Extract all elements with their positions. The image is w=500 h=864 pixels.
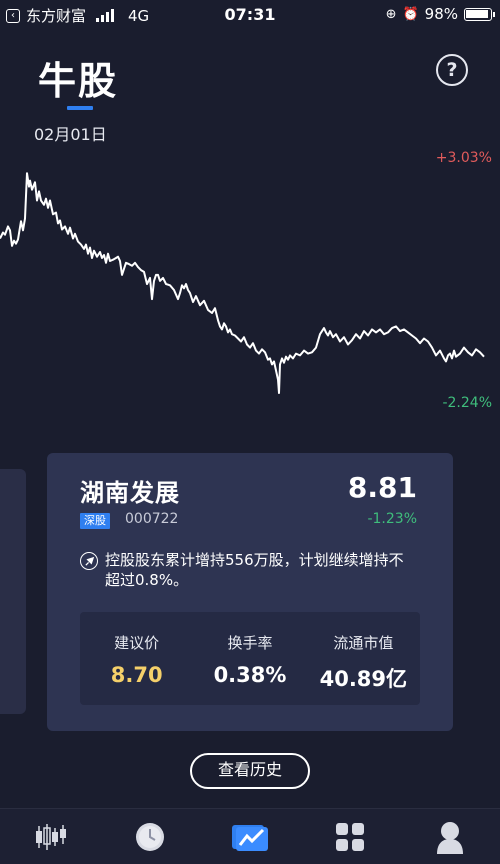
stock-price: 8.81 <box>347 471 417 504</box>
metric-turnover: 换手率 0.38% <box>193 612 306 705</box>
clock-icon <box>136 822 164 851</box>
bottom-nav <box>0 808 500 864</box>
price-chart <box>0 172 485 394</box>
metrics-panel: 建议价 8.70 换手率 0.38% 流通市值 40.89亿 <box>80 612 420 705</box>
view-history-button[interactable]: 查看历史 <box>190 753 310 789</box>
battery-icon <box>464 7 495 21</box>
title-underline <box>67 106 93 110</box>
stock-card[interactable]: 湖南发展 8.81 深股 000722 -1.23% 控股股东累计增持556万股… <box>47 453 453 731</box>
grid-icon <box>336 822 364 851</box>
question-mark-icon[interactable]: ? <box>436 54 468 86</box>
user-icon <box>437 821 463 854</box>
status-right: ⊕ ⏰ 98% <box>385 5 495 23</box>
nav-apps[interactable] <box>320 809 380 864</box>
rocket-icon <box>80 552 98 570</box>
status-bar: ‹ 东方财富 4G 07:31 ⊕ ⏰ 98% <box>0 0 500 28</box>
candlestick-icon <box>36 823 66 850</box>
nav-clock[interactable] <box>120 809 180 864</box>
trend-chart-icon <box>232 824 268 851</box>
metric-suggested-price: 建议价 8.70 <box>80 612 193 705</box>
metric-market-cap: 流通市值 40.89亿 <box>307 612 420 705</box>
stock-change: -1.23% <box>367 511 417 527</box>
battery-label: 98% <box>424 5 458 23</box>
price-line <box>0 172 485 394</box>
nav-trend[interactable] <box>220 809 280 864</box>
metric-value: 8.70 <box>110 663 163 687</box>
news-text: 控股股东累计增持556万股，计划继续增持不超过0.8%。 <box>105 551 404 589</box>
metric-value: 40.89亿 <box>319 667 408 691</box>
previous-card[interactable] <box>0 469 26 714</box>
rotation-lock-icon: ⊕ <box>385 6 397 22</box>
stock-name: 湖南发展 <box>80 479 180 507</box>
nav-market[interactable] <box>20 809 80 864</box>
chart-min-label: -2.24% <box>442 395 492 411</box>
metric-value: 0.38% <box>213 663 287 687</box>
metric-label: 换手率 <box>227 634 273 652</box>
alarm-icon: ⏰ <box>402 6 419 22</box>
metric-label: 建议价 <box>114 634 160 652</box>
stock-code: 000722 <box>125 511 179 527</box>
market-badge: 深股 <box>80 513 110 529</box>
nav-profile[interactable] <box>420 809 480 864</box>
chart-max-label: +3.03% <box>435 150 492 166</box>
page-title: 牛股 <box>38 59 119 103</box>
metric-label: 流通市值 <box>333 634 394 652</box>
